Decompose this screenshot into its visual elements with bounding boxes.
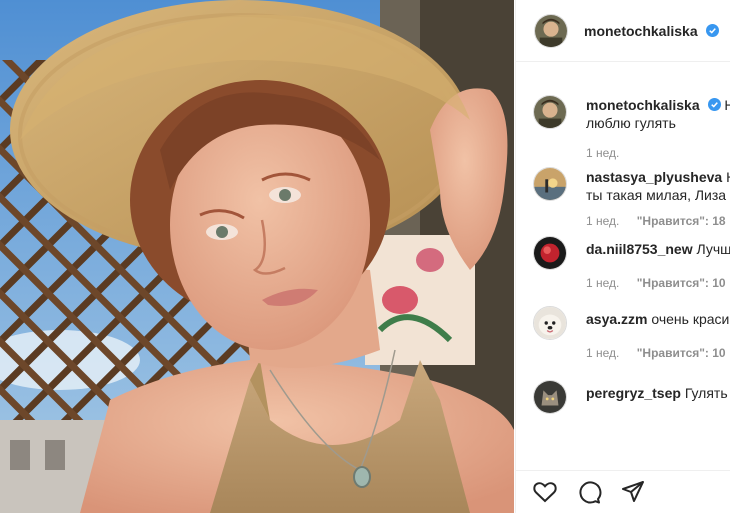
comment-item: nastasya_plyusheva Н ты такая милая, Лиз… xyxy=(516,158,730,234)
like-button[interactable] xyxy=(532,479,558,505)
caption-text-line2: люблю гулять xyxy=(586,115,676,131)
caption-text: Н xyxy=(724,97,730,113)
heart-icon xyxy=(533,482,557,503)
author-username[interactable]: monetochkaliska xyxy=(584,23,719,39)
commenter-avatar[interactable] xyxy=(533,167,567,201)
comment-item: asya.zzm очень краси 1 нед. "Нравится": … xyxy=(516,306,730,384)
caption-avatar[interactable] xyxy=(533,95,567,129)
comment-button[interactable] xyxy=(576,479,602,505)
commenter-avatar[interactable] xyxy=(533,236,567,270)
post-header: monetochkaliska xyxy=(516,0,730,62)
post-photo[interactable] xyxy=(0,0,514,513)
comment-text-line2: ты такая милая, Лиза xyxy=(586,187,727,203)
comment-item: peregryz_tsep Гулять xyxy=(516,380,730,444)
comment-meta: 1 нед. "Нравится": 10 xyxy=(586,346,730,360)
commenter-avatar[interactable] xyxy=(533,306,567,340)
commenter-avatar[interactable] xyxy=(533,380,567,414)
post-actions-bar xyxy=(516,470,730,513)
comment-text: Н xyxy=(726,169,730,185)
caption-text-line1: monetochkaliska Н xyxy=(586,96,730,114)
comment-username[interactable]: da.niil8753_new xyxy=(586,241,693,257)
comment-text: Гулять xyxy=(684,385,728,401)
comment-text-line1: da.niil8753_new Лучш xyxy=(586,240,730,258)
author-avatar[interactable] xyxy=(534,13,568,48)
paper-plane-icon xyxy=(622,481,644,502)
comment-text: Лучш xyxy=(696,241,730,257)
comment-username[interactable]: nastasya_plyusheva xyxy=(586,169,722,185)
dog-avatar-icon xyxy=(534,307,566,339)
comment-text: очень краси xyxy=(651,311,730,327)
caption: monetochkaliska Н люблю гулять 1 нед. xyxy=(516,78,730,160)
comment-icon xyxy=(579,481,602,504)
comment-time[interactable]: 1 нед. xyxy=(586,346,619,360)
post-side-panel: monetochkaliska monetochkaliska Н люблю … xyxy=(515,0,730,513)
author-username-text[interactable]: monetochkaliska xyxy=(584,23,698,39)
comment-time[interactable]: 1 нед. xyxy=(586,214,619,228)
red-avatar-icon xyxy=(534,237,566,269)
comment-username[interactable]: asya.zzm xyxy=(586,311,647,327)
comment-text-line1: nastasya_plyusheva Н xyxy=(586,168,730,186)
caption-username[interactable]: monetochkaliska xyxy=(586,97,700,113)
comment-username[interactable]: peregryz_tsep xyxy=(586,385,681,401)
comment-text-line1: peregryz_tsep Гулять xyxy=(586,384,730,402)
comments-list: monetochkaliska Н люблю гулять 1 нед. na… xyxy=(516,78,730,444)
sunset-avatar-icon xyxy=(534,168,566,200)
wolf-avatar-icon xyxy=(534,381,566,413)
comment-likes[interactable]: "Нравится": 18 xyxy=(637,214,726,228)
comment-text-line1: asya.zzm очень краси xyxy=(586,310,730,328)
comment-meta: 1 нед. "Нравится": 18 xyxy=(586,214,730,228)
verified-badge-icon xyxy=(707,98,721,111)
comment-time[interactable]: 1 нед. xyxy=(586,276,619,290)
comment-meta: 1 нед. "Нравится": 10 xyxy=(586,276,730,290)
comment-item: da.niil8753_new Лучш 1 нед. "Нравится": … xyxy=(516,234,730,308)
verified-badge-icon xyxy=(705,23,719,37)
post-photo-image xyxy=(0,0,514,513)
comment-likes[interactable]: "Нравится": 10 xyxy=(637,276,726,290)
share-button[interactable] xyxy=(620,479,646,505)
comment-likes[interactable]: "Нравится": 10 xyxy=(637,346,726,360)
